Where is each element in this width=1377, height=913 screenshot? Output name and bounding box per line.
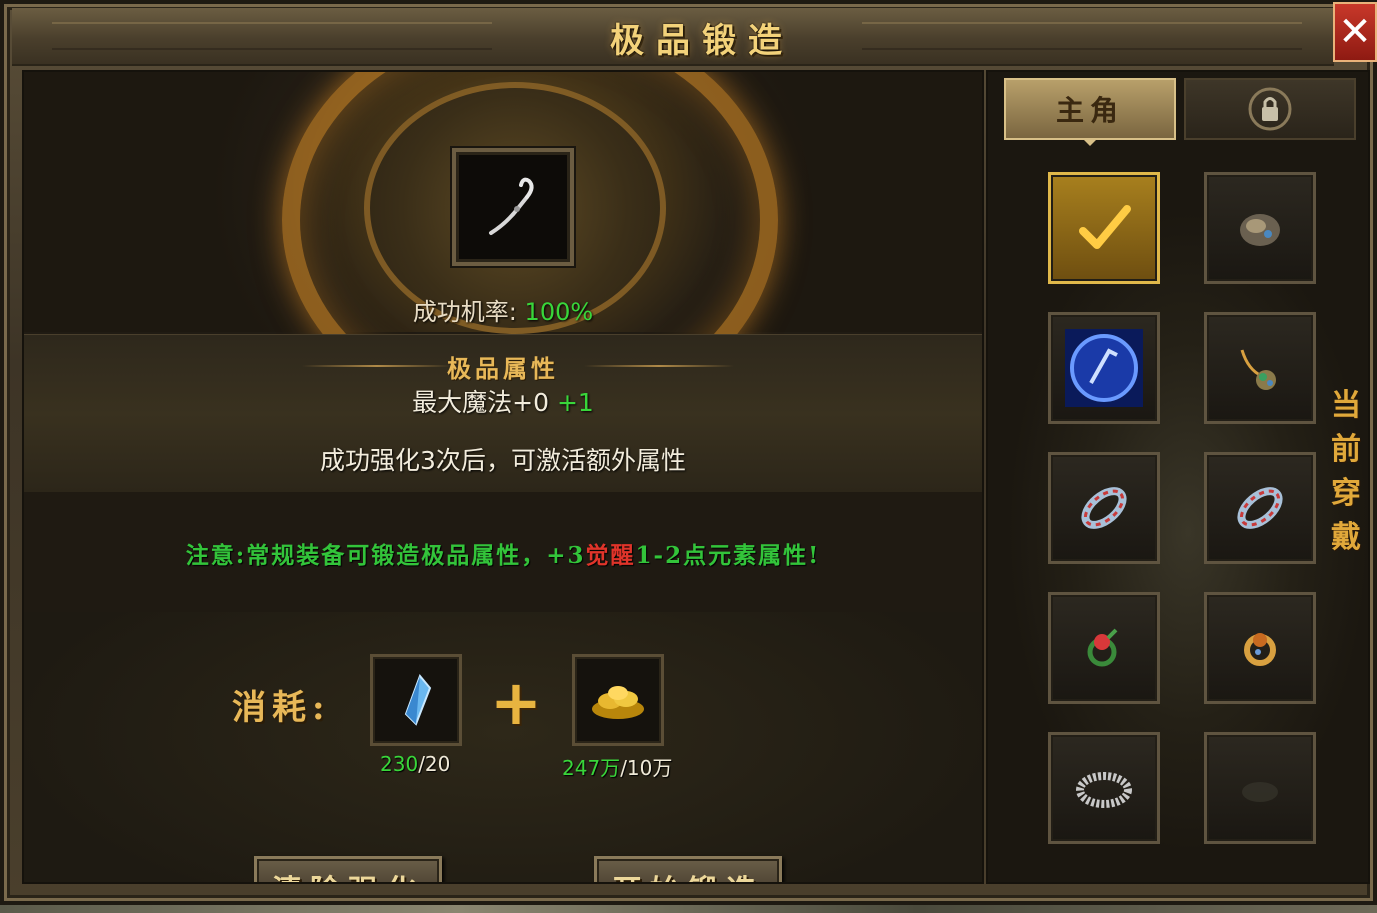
title-ornament-right (862, 22, 1302, 50)
cost-label: 消耗: (232, 688, 331, 728)
equip-slot-necklace[interactable] (1204, 312, 1316, 424)
ring-icon (1244, 633, 1276, 666)
forge-item-slot[interactable] (452, 148, 574, 266)
tab-pointer (1084, 140, 1096, 146)
cost-plus-sign: + (490, 666, 542, 739)
equip-slot-ring-left[interactable] (1048, 592, 1160, 704)
check-icon (1079, 205, 1131, 249)
bottom-edge (0, 905, 1377, 913)
title-plate: 极品锻造 (552, 12, 852, 62)
equipment-sidebar: 主角 当前穿戴 (986, 70, 1370, 884)
hook-weapon-icon (489, 177, 534, 235)
success-rate: 成功机率: 100% (24, 292, 982, 327)
equip-slot-ring-right[interactable] (1204, 592, 1316, 704)
ring-icon (1087, 628, 1118, 667)
currently-equipped-label: 当前穿戴 (1331, 388, 1361, 555)
success-rate-value: 100% (524, 298, 594, 326)
crystal-icon (404, 674, 432, 726)
equip-slot-belt[interactable] (1048, 732, 1160, 844)
attribute-section: 极品属性 最大魔法+0 +1 成功强化3次后，可激活额外属性 (24, 334, 982, 494)
tab-locked[interactable] (1184, 78, 1356, 140)
clear-enhance-button[interactable]: 清除强化 (254, 856, 442, 882)
notice-suffix: 点元素属性! (683, 542, 821, 569)
empty-slot-icon (1242, 782, 1278, 802)
attribute-value: 最大魔法+0 +1 (24, 383, 982, 419)
gold-need: /10万 (620, 756, 673, 780)
crystal-have: 230 (380, 752, 419, 776)
gold-have: 247万 (562, 756, 621, 780)
notice-plus: +3 (546, 542, 586, 569)
gold-pile-icon (592, 686, 644, 719)
notice-text: 注意:常规装备可锻造极品属性，+3觉醒1-2点元素属性! (24, 536, 982, 570)
attribute-bonus: +1 (556, 388, 594, 417)
gold-cost-slot[interactable] (572, 654, 664, 746)
blue-orb-icon (1065, 329, 1143, 407)
attribute-stat: 最大魔法+0 (412, 388, 550, 417)
equip-slot-bracelet-left[interactable] (1048, 452, 1160, 564)
window-title: 极品锻造 (610, 20, 794, 61)
gold-count: 247万/10万 (562, 752, 672, 781)
notice-range: 1-2 (635, 542, 684, 569)
attribute-hint: 成功强化3次后，可激活额外属性 (320, 446, 686, 475)
crystal-need: /20 (418, 752, 451, 776)
notice-section: 注意:常规装备可锻造极品属性，+3觉醒1-2点元素属性! (24, 492, 982, 613)
lock-icon (1248, 87, 1292, 131)
helmet-icon (1240, 214, 1280, 246)
crystal-cost-slot[interactable] (370, 654, 462, 746)
forge-panel: 成功机率: 100% 极品属性 最大魔法+0 +1 成功强化3次后，可激活额外属… (22, 70, 984, 884)
title-bar: 极品锻造 (12, 8, 1334, 66)
crystal-count: 230/20 (380, 752, 450, 776)
start-forge-button[interactable]: 开始锻造 (594, 856, 782, 882)
notice-awaken: 觉醒 (585, 542, 636, 569)
equipment-grid (988, 152, 1368, 882)
close-button[interactable]: ✕ (1333, 2, 1377, 62)
cost-section: 消耗: + 230/20 247万/10万 清除强化 开始锻造 (24, 612, 982, 882)
success-rate-label: 成功机率: (412, 298, 517, 326)
title-ornament-left (52, 22, 492, 50)
equip-slot-bracelet-right[interactable] (1204, 452, 1316, 564)
equip-slot-weapon[interactable] (1048, 172, 1160, 284)
bracelet-icon (1081, 487, 1127, 529)
necklace-icon (1240, 349, 1276, 390)
forge-disc-background: 成功机率: 100% (24, 72, 982, 428)
bracelet-icon (1237, 487, 1283, 529)
equip-slot-empty[interactable] (1204, 732, 1316, 844)
belt-icon (1076, 772, 1132, 808)
equip-slot-helmet[interactable] (1204, 172, 1316, 284)
attribute-title: 极品属性 (447, 354, 559, 383)
tab-main-character[interactable]: 主角 (1004, 78, 1176, 140)
notice-prefix: 注意:常规装备可锻造极品属性， (185, 542, 547, 569)
equip-slot-orb[interactable] (1048, 312, 1160, 424)
